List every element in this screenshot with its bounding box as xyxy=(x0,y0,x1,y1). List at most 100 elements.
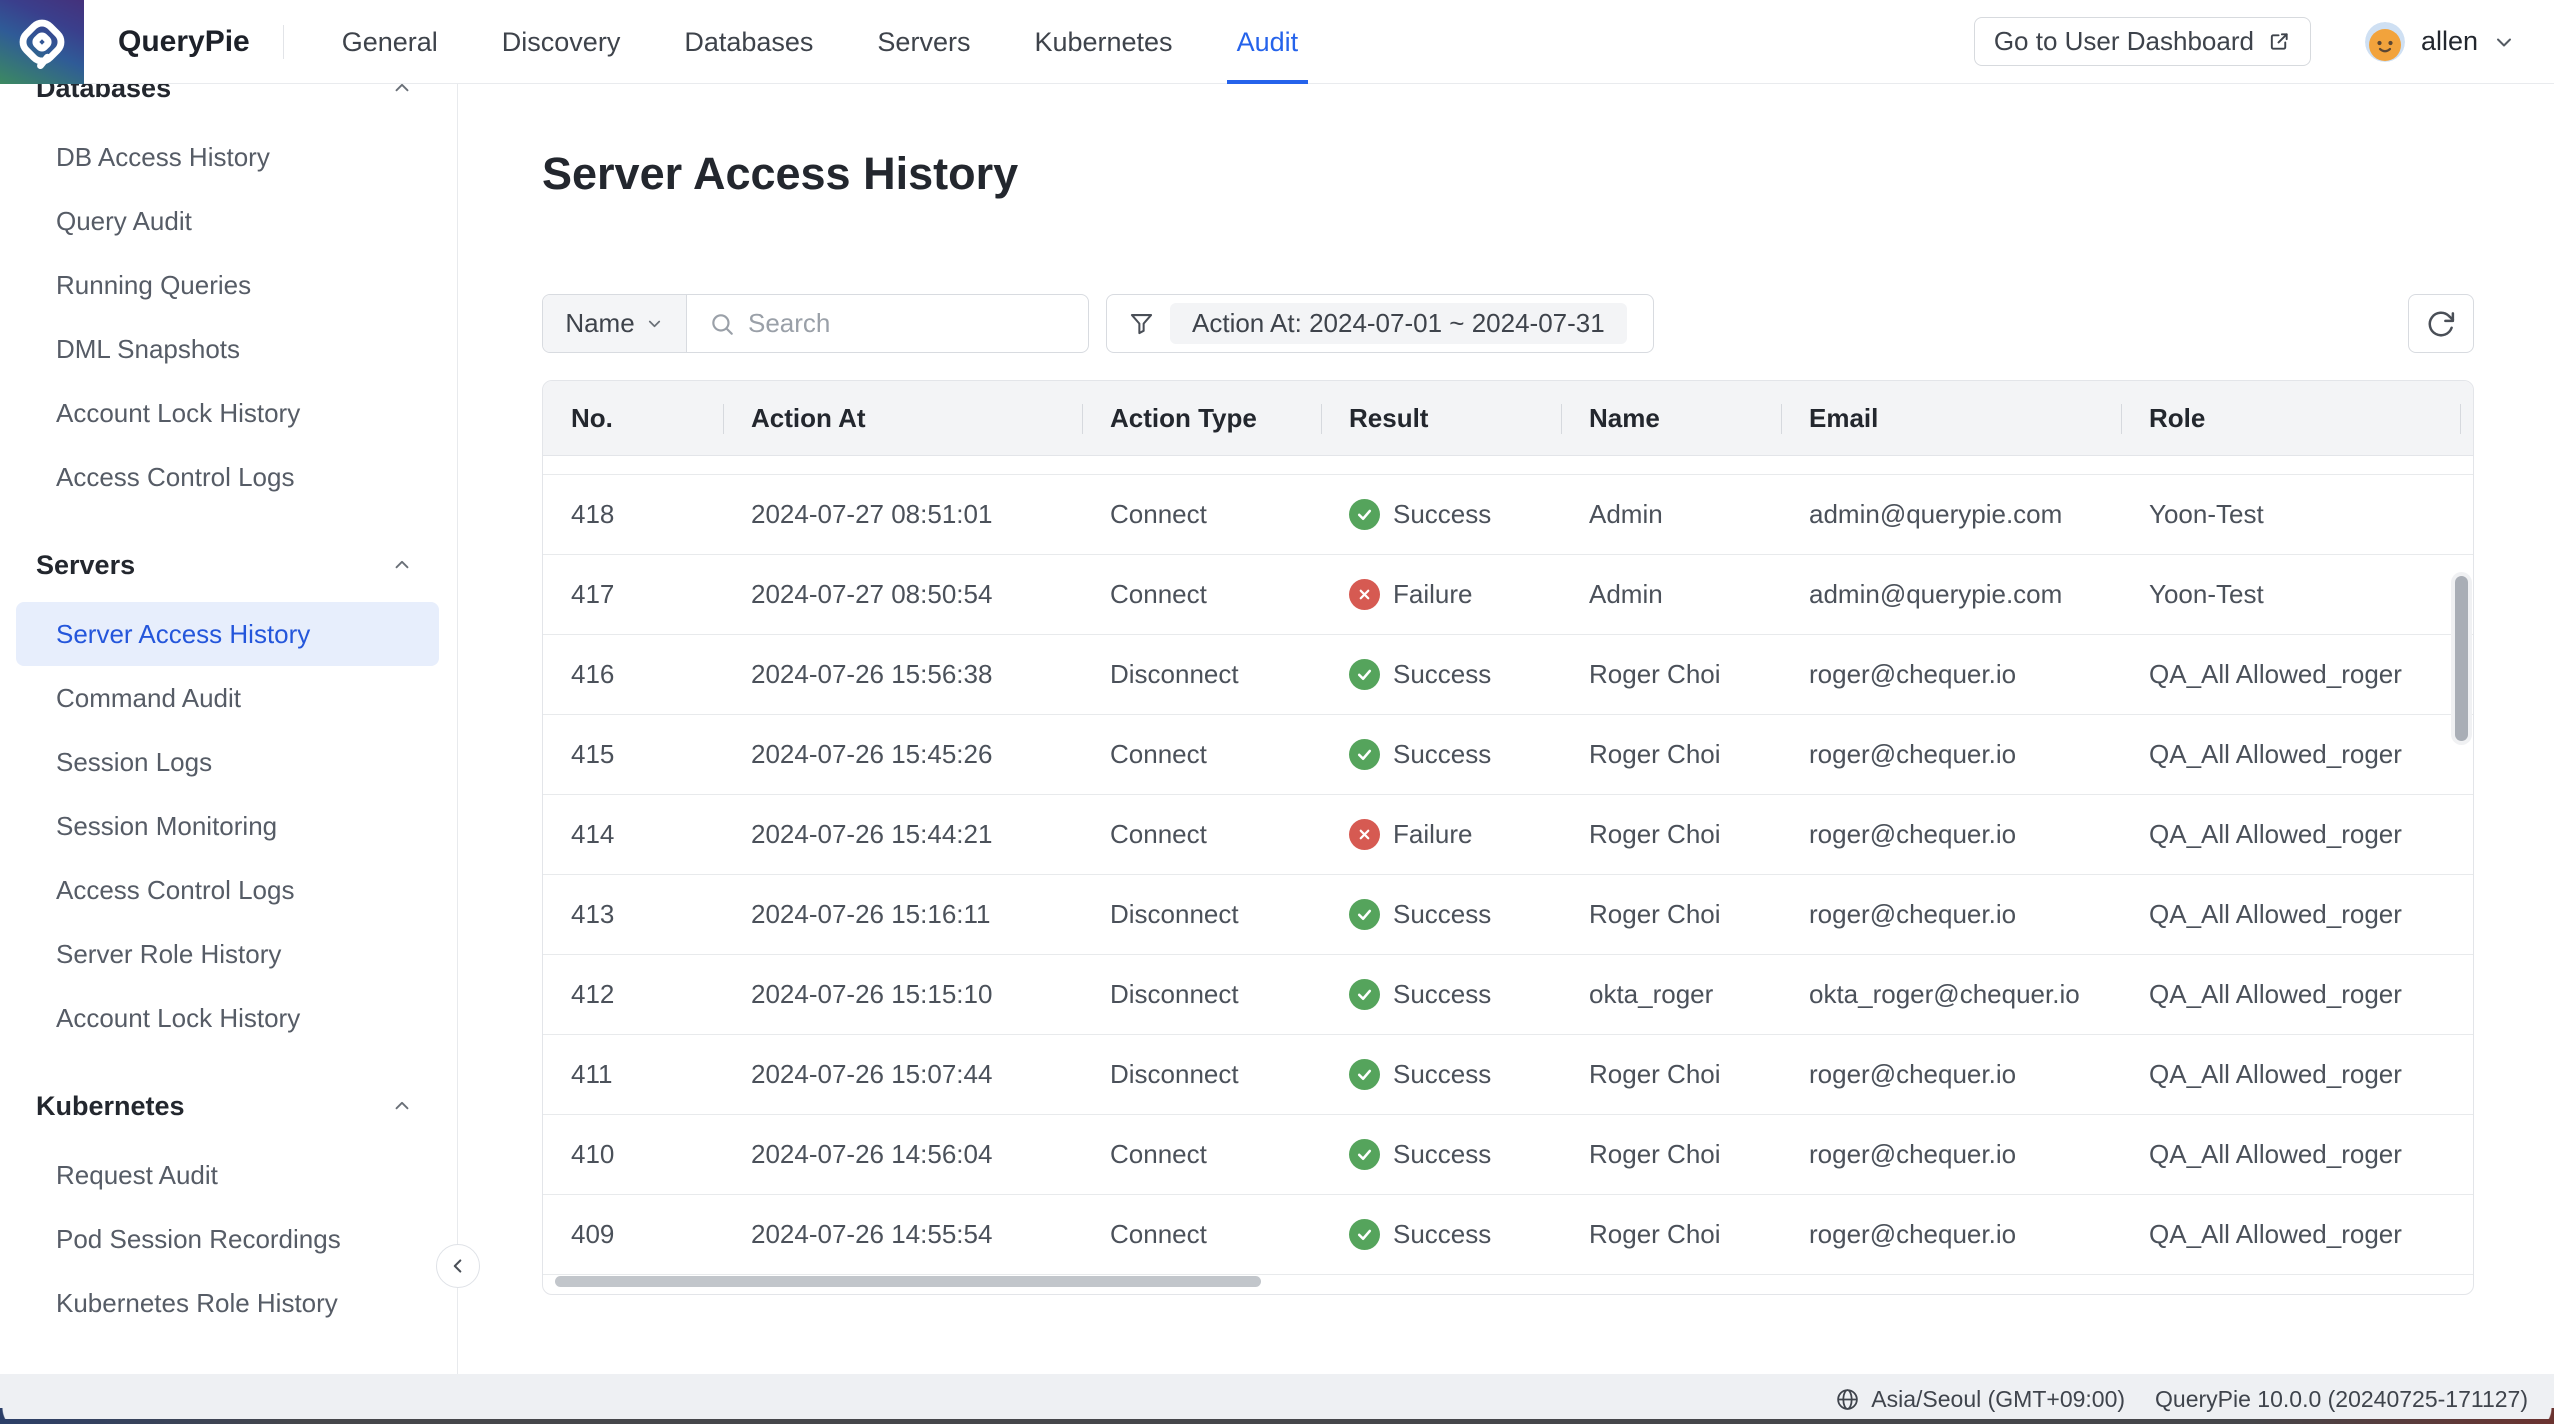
sidebar-item-server-account-lock-history[interactable]: Account Lock History xyxy=(0,986,457,1050)
table-row[interactable]: 418 2024-07-27 08:51:01 Connect Success … xyxy=(543,475,2473,555)
cell-action-type: Connect xyxy=(1082,579,1321,610)
brand-name: QueryPie xyxy=(118,25,250,59)
success-icon xyxy=(1349,659,1380,690)
cell-action-type: Connect xyxy=(1082,739,1321,770)
cell-role: QA_All Allowed_roger xyxy=(2121,739,2473,770)
main-content: Server Access History Name Action At: 20… xyxy=(459,84,2554,1374)
cell-result: Success xyxy=(1321,499,1561,530)
cell-no: 412 xyxy=(543,979,723,1010)
chevron-down-icon xyxy=(645,314,664,333)
sidebar-item-server-access-history[interactable]: Server Access History xyxy=(16,602,439,666)
cell-name: Roger Choi xyxy=(1561,1059,1781,1090)
table-row[interactable]: 415 2024-07-26 15:45:26 Connect Success … xyxy=(543,715,2473,795)
top-navbar: QueryPie General Discovery Databases Ser… xyxy=(0,0,2554,84)
table-row[interactable]: 416 2024-07-26 15:56:38 Disconnect Succe… xyxy=(543,635,2473,715)
sidebar-item-access-control-logs[interactable]: Access Control Logs xyxy=(0,445,457,509)
cell-action-at: 2024-07-27 08:50:54 xyxy=(723,579,1082,610)
vertical-scrollbar[interactable] xyxy=(2455,576,2468,741)
user-name[interactable]: allen xyxy=(2421,26,2478,57)
cell-result: Success xyxy=(1321,899,1561,930)
external-link-icon xyxy=(2268,30,2291,53)
result-label: Success xyxy=(1393,1219,1491,1250)
page-title: Server Access History xyxy=(542,148,1018,200)
date-filter[interactable]: Action At: 2024-07-01 ~ 2024-07-31 xyxy=(1106,294,1654,353)
table-row[interactable]: 417 2024-07-27 08:50:54 Connect Failure … xyxy=(543,555,2473,635)
go-to-user-dashboard-label: Go to User Dashboard xyxy=(1994,26,2254,57)
sidebar-item-kubernetes-role-history[interactable]: Kubernetes Role History xyxy=(0,1271,457,1335)
sidebar-item-pod-session-recordings[interactable]: Pod Session Recordings xyxy=(0,1207,457,1271)
cell-role: QA_All Allowed_roger xyxy=(2121,979,2473,1010)
cell-no: 415 xyxy=(543,739,723,770)
success-icon xyxy=(1349,979,1380,1010)
sidebar-collapse-button[interactable] xyxy=(436,1244,480,1288)
column-header-result: Result xyxy=(1321,381,1561,456)
table-row[interactable]: 412 2024-07-26 15:15:10 Disconnect Succe… xyxy=(543,955,2473,1035)
cell-result: Failure xyxy=(1321,819,1561,850)
main-nav: General Discovery Databases Servers Kube… xyxy=(342,0,1298,84)
table-row[interactable]: 409 2024-07-26 14:55:54 Connect Success … xyxy=(543,1195,2473,1275)
cell-name: Roger Choi xyxy=(1561,739,1781,770)
sidebar-item-server-role-history[interactable]: Server Role History xyxy=(0,922,457,986)
user-avatar[interactable] xyxy=(2365,22,2405,62)
chevron-up-icon[interactable] xyxy=(391,1095,413,1117)
sidebar-item-account-lock-history[interactable]: Account Lock History xyxy=(0,381,457,445)
cell-no: 413 xyxy=(543,899,723,930)
cell-role: QA_All Allowed_roger xyxy=(2121,659,2473,690)
cell-action-type: Disconnect xyxy=(1082,899,1321,930)
filter-toolbar: Name Action At: 2024-07-01 ~ 2024-07-31 xyxy=(542,294,2474,353)
cell-action-type: Disconnect xyxy=(1082,979,1321,1010)
date-filter-chip[interactable]: Action At: 2024-07-01 ~ 2024-07-31 xyxy=(1170,303,1627,344)
section-title-label: Databases xyxy=(36,84,171,104)
refresh-button[interactable] xyxy=(2408,294,2474,353)
querypie-logo-icon[interactable] xyxy=(0,0,84,84)
horizontal-scrollbar[interactable] xyxy=(555,1276,1261,1287)
table-row[interactable]: 410 2024-07-26 14:56:04 Connect Success … xyxy=(543,1115,2473,1195)
success-icon xyxy=(1349,899,1380,930)
table-row[interactable]: 414 2024-07-26 15:44:21 Connect Failure … xyxy=(543,795,2473,875)
sidebar-section-servers[interactable]: Servers xyxy=(0,533,457,597)
sidebar-item-command-audit[interactable]: Command Audit xyxy=(0,666,457,730)
cell-no: 416 xyxy=(543,659,723,690)
server-access-history-table: No. Action At Action Type Result Name Em… xyxy=(542,380,2474,1295)
nav-item-audit[interactable]: Audit xyxy=(1237,0,1299,84)
sidebar-section-kubernetes[interactable]: Kubernetes xyxy=(0,1074,457,1138)
search-field-label: Name xyxy=(565,308,634,339)
window-corner-right xyxy=(2528,1408,2554,1424)
globe-icon xyxy=(1835,1387,1860,1412)
table-row[interactable]: 411 2024-07-26 15:07:44 Disconnect Succe… xyxy=(543,1035,2473,1115)
sidebar-item-dml-snapshots[interactable]: DML Snapshots xyxy=(0,317,457,381)
chevron-up-icon[interactable] xyxy=(391,84,413,99)
nav-item-servers[interactable]: Servers xyxy=(877,0,970,84)
search-input[interactable] xyxy=(748,308,1048,339)
timezone-label: Asia/Seoul (GMT+09:00) xyxy=(1871,1386,2125,1413)
nav-item-kubernetes[interactable]: Kubernetes xyxy=(1034,0,1172,84)
cell-action-at: 2024-07-26 15:45:26 xyxy=(723,739,1082,770)
nav-item-general[interactable]: General xyxy=(342,0,438,84)
sidebar-item-server-access-control-logs[interactable]: Access Control Logs xyxy=(0,858,457,922)
sidebar-item-running-queries[interactable]: Running Queries xyxy=(0,253,457,317)
sidebar-item-session-logs[interactable]: Session Logs xyxy=(0,730,457,794)
nav-item-databases[interactable]: Databases xyxy=(684,0,813,84)
sidebar-section-databases[interactable]: Databases xyxy=(0,84,457,120)
search-field-selector[interactable]: Name xyxy=(543,295,687,352)
cell-email: roger@chequer.io xyxy=(1781,899,2121,930)
sidebar-item-request-audit[interactable]: Request Audit xyxy=(0,1143,457,1207)
cell-action-type: Disconnect xyxy=(1082,659,1321,690)
sidebar-item-session-monitoring[interactable]: Session Monitoring xyxy=(0,794,457,858)
refresh-icon xyxy=(2426,309,2456,339)
window-bottom-edge xyxy=(0,1419,2554,1424)
table-row[interactable]: 413 2024-07-26 15:16:11 Disconnect Succe… xyxy=(543,875,2473,955)
go-to-user-dashboard-button[interactable]: Go to User Dashboard xyxy=(1974,17,2311,66)
success-icon xyxy=(1349,1139,1380,1170)
chevron-up-icon[interactable] xyxy=(391,554,413,576)
result-label: Failure xyxy=(1393,579,1472,610)
cell-action-type: Connect xyxy=(1082,819,1321,850)
nav-item-discovery[interactable]: Discovery xyxy=(502,0,621,84)
cell-name: Roger Choi xyxy=(1561,1219,1781,1250)
search-icon xyxy=(709,311,735,337)
chevron-down-icon[interactable] xyxy=(2492,30,2516,54)
sidebar-item-query-audit[interactable]: Query Audit xyxy=(0,189,457,253)
result-label: Success xyxy=(1393,1059,1491,1090)
sidebar-item-db-access-history[interactable]: DB Access History xyxy=(0,125,457,189)
cell-email: admin@querypie.com xyxy=(1781,499,2121,530)
